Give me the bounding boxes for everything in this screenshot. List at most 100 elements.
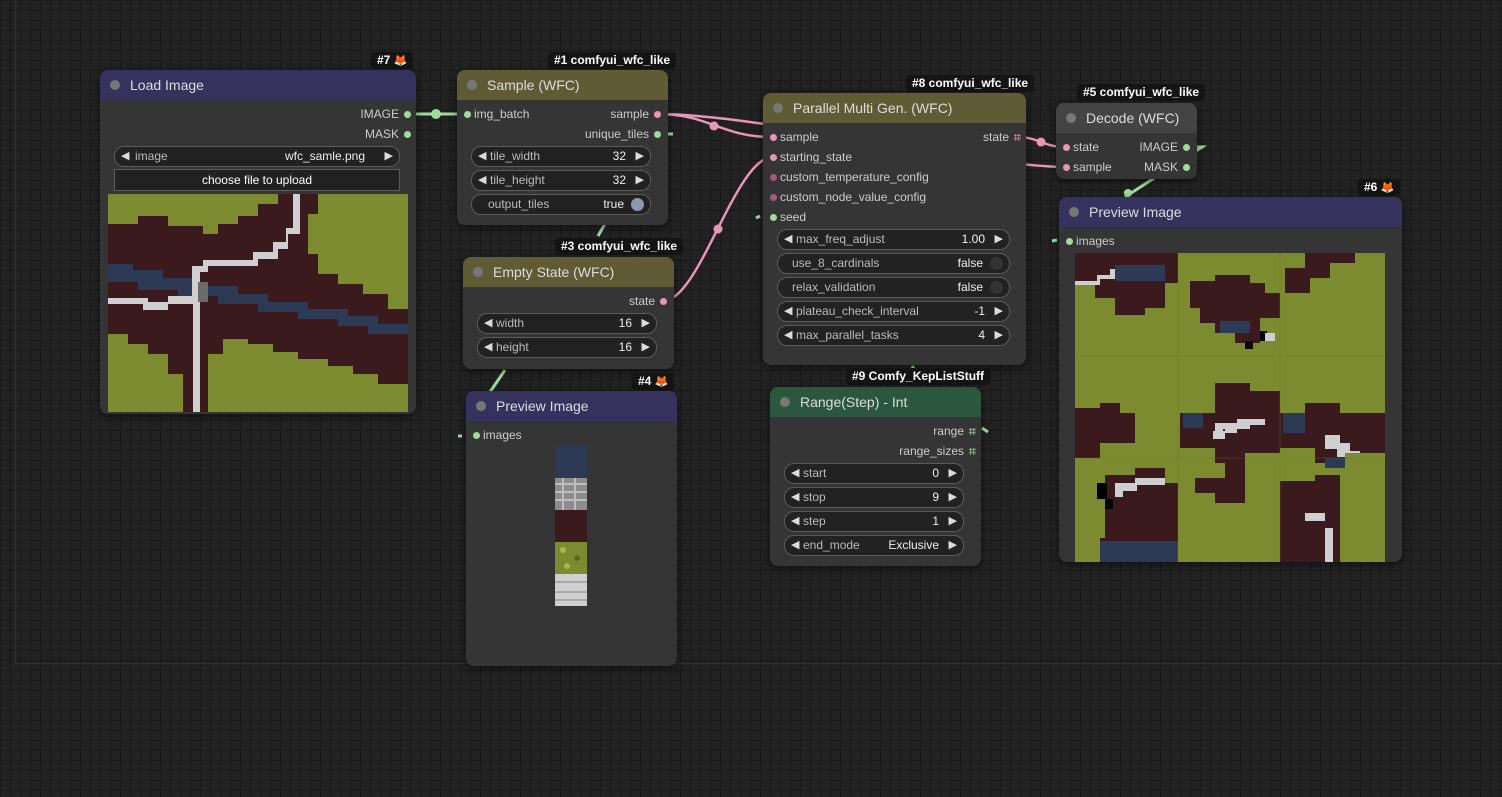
collapse-dot-icon[interactable] [1069, 207, 1079, 217]
port-label: custom_temperature_config [780, 170, 929, 184]
height-widget[interactable]: ◀ height 16 ▶ [477, 337, 657, 358]
port-label: images [1076, 234, 1115, 248]
widget-value: 16 [618, 316, 632, 330]
collapse-dot-icon[interactable] [110, 80, 120, 90]
step-widget[interactable]: ◀ step 1 ▶ [784, 511, 964, 532]
width-widget[interactable]: ◀ width 16 ▶ [477, 313, 657, 334]
use-8-cardinals-toggle[interactable]: use_8_cardinals false [777, 253, 1010, 274]
generated-maps-image [1075, 253, 1385, 562]
node-title-bar[interactable]: Parallel Multi Gen. (WFC) [763, 93, 1026, 123]
collapse-dot-icon[interactable] [780, 397, 790, 407]
arrow-left-icon[interactable]: ◀ [791, 464, 799, 483]
node-title-bar[interactable]: Decode (WFC) [1056, 103, 1197, 133]
empty-state-node[interactable]: Empty State (WFC) state ◀ width 16 ▶ ◀ h… [463, 257, 674, 369]
input-state[interactable]: state [1063, 137, 1123, 157]
decode-wfc-node[interactable]: Decode (WFC) state IMAGE sample MASK [1056, 103, 1197, 179]
preview-image-node-4[interactable]: Preview Image images [466, 391, 677, 666]
output-sample[interactable]: sample [561, 104, 661, 124]
max-freq-adjust-widget[interactable]: ◀ max_freq_adjust 1.00 ▶ [777, 229, 1010, 250]
output-image[interactable]: IMAGE [291, 104, 411, 124]
arrow-left-icon[interactable]: ◀ [121, 147, 129, 166]
input-images[interactable]: images [1066, 231, 1166, 251]
node-title-bar[interactable]: Preview Image [1059, 197, 1402, 227]
arrow-left-icon[interactable]: ◀ [478, 147, 486, 166]
input-custom-temperature-config[interactable]: custom_temperature_config [770, 167, 970, 187]
upload-button[interactable]: choose file to upload [114, 169, 400, 191]
node-title-bar[interactable]: Range(Step) - Int [770, 387, 981, 417]
load-image-node[interactable]: Load Image IMAGE MASK ◀ image wfc_samle.… [100, 70, 416, 414]
arrow-right-icon[interactable]: ▶ [949, 464, 957, 483]
collapse-dot-icon[interactable] [473, 267, 483, 277]
output-range-sizes[interactable]: range_sizes [856, 441, 976, 461]
list-pin-icon[interactable] [969, 448, 976, 455]
arrow-right-icon[interactable]: ▶ [642, 314, 650, 333]
collapse-dot-icon[interactable] [1066, 113, 1076, 123]
output-state[interactable]: state [941, 127, 1021, 147]
node-title-bar[interactable]: Empty State (WFC) [463, 257, 674, 287]
badge-text: #6 [1364, 180, 1378, 194]
input-img-batch[interactable]: img_batch [464, 104, 564, 124]
node-title-bar[interactable]: Preview Image [466, 391, 677, 421]
max-parallel-tasks-widget[interactable]: ◀ max_parallel_tasks 4 ▶ [777, 325, 1010, 346]
arrow-right-icon[interactable]: ▶ [636, 171, 644, 190]
arrow-right-icon[interactable]: ▶ [949, 512, 957, 531]
output-tiles-toggle[interactable]: output_tiles true [471, 194, 651, 215]
plateau-check-interval-widget[interactable]: ◀ plateau_check_interval -1 ▶ [777, 301, 1010, 322]
output-mask[interactable]: MASK [1130, 157, 1190, 177]
range-step-node[interactable]: Range(Step) - Int range range_sizes ◀ st… [770, 387, 981, 566]
input-images[interactable]: images [473, 425, 573, 445]
toggle-knob-off[interactable] [990, 281, 1003, 294]
output-unique-tiles[interactable]: unique_tiles [541, 124, 661, 144]
node-badge-1: #1 comfyui_wfc_like [548, 52, 677, 69]
input-sample[interactable]: sample [770, 127, 950, 147]
collapse-dot-icon[interactable] [476, 401, 486, 411]
output-mask[interactable]: MASK [291, 124, 411, 144]
input-seed[interactable]: seed [770, 207, 870, 227]
collapse-dot-icon[interactable] [467, 80, 477, 90]
node-title-bar[interactable]: Sample (WFC) [457, 70, 668, 100]
arrow-left-icon[interactable]: ◀ [784, 302, 792, 321]
arrow-right-icon[interactable]: ▶ [995, 230, 1003, 249]
arrow-right-icon[interactable]: ▶ [949, 536, 957, 555]
unique-tiles-preview [555, 446, 587, 606]
output-range[interactable]: range [856, 421, 976, 441]
arrow-right-icon[interactable]: ▶ [995, 326, 1003, 345]
image-combo-widget[interactable]: ◀ image wfc_samle.png ▶ [114, 146, 400, 167]
list-pin-icon[interactable] [969, 428, 976, 435]
badge-text: #4 [638, 374, 652, 388]
tile-height-widget[interactable]: ◀ tile_height 32 ▶ [471, 170, 651, 191]
tile-width-widget[interactable]: ◀ tile_width 32 ▶ [471, 146, 651, 167]
output-state[interactable]: state [567, 291, 667, 311]
start-widget[interactable]: ◀ start 0 ▶ [784, 463, 964, 484]
arrow-left-icon[interactable]: ◀ [484, 338, 492, 357]
link-midpoint [1124, 189, 1132, 197]
sample-wfc-node[interactable]: Sample (WFC) img_batch sample unique_til… [457, 70, 668, 225]
arrow-right-icon[interactable]: ▶ [995, 302, 1003, 321]
preview-image-node-6[interactable]: Preview Image images [1059, 197, 1402, 562]
arrow-right-icon[interactable]: ▶ [949, 488, 957, 507]
toggle-knob-on[interactable] [631, 198, 644, 211]
input-starting-state[interactable]: starting_state [770, 147, 950, 167]
arrow-right-icon[interactable]: ▶ [636, 147, 644, 166]
arrow-left-icon[interactable]: ◀ [791, 536, 799, 555]
collapse-dot-icon[interactable] [773, 103, 783, 113]
input-custom-node-value-config[interactable]: custom_node_value_config [770, 187, 970, 207]
arrow-left-icon[interactable]: ◀ [784, 326, 792, 345]
arrow-left-icon[interactable]: ◀ [478, 171, 486, 190]
widget-value: 1.00 [961, 232, 985, 246]
arrow-left-icon[interactable]: ◀ [784, 230, 792, 249]
relax-validation-toggle[interactable]: relax_validation false [777, 277, 1010, 298]
end-mode-widget[interactable]: ◀ end_mode Exclusive ▶ [784, 535, 964, 556]
arrow-right-icon[interactable]: ▶ [642, 338, 650, 357]
node-title-bar[interactable]: Load Image [100, 70, 416, 100]
arrow-left-icon[interactable]: ◀ [484, 314, 492, 333]
parallel-multi-gen-node[interactable]: Parallel Multi Gen. (WFC) sample state s… [763, 93, 1026, 365]
arrow-right-icon[interactable]: ▶ [385, 147, 393, 166]
arrow-left-icon[interactable]: ◀ [791, 512, 799, 531]
input-sample[interactable]: sample [1063, 157, 1123, 177]
arrow-left-icon[interactable]: ◀ [791, 488, 799, 507]
stop-widget[interactable]: ◀ stop 9 ▶ [784, 487, 964, 508]
output-image[interactable]: IMAGE [1130, 137, 1190, 157]
list-pin-icon[interactable] [1014, 134, 1021, 141]
toggle-knob-off[interactable] [990, 257, 1003, 270]
